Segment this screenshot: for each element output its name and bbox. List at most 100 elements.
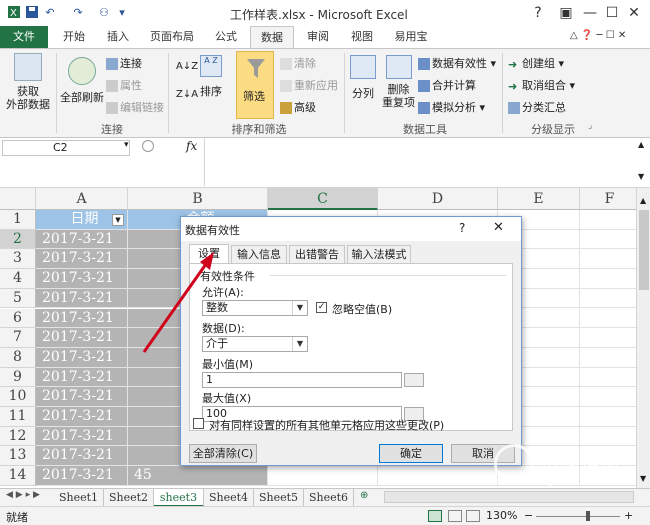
get-external-data-button[interactable]: 获取 外部数据 — [4, 85, 52, 111]
sort-ascending-button[interactable]: A↓Z — [176, 61, 198, 72]
sheet-tab[interactable]: Sheet5 — [254, 489, 304, 507]
tab-formulas[interactable]: 公式 — [204, 26, 248, 48]
cell-f[interactable] — [580, 309, 636, 329]
filter-dropdown-icon[interactable]: ▼ — [112, 214, 124, 226]
scroll-up-icon[interactable]: ▲ — [640, 196, 646, 205]
cell-a[interactable]: 2017-3-21 — [36, 269, 128, 289]
subtotal-button[interactable]: 分类汇总 — [508, 99, 566, 115]
sort-descending-button[interactable]: Z↓A — [176, 89, 198, 100]
cell-f[interactable] — [580, 407, 636, 427]
cell-a[interactable]: 2017-3-21 — [36, 426, 128, 447]
row-header[interactable]: 3 — [0, 249, 36, 270]
column-header[interactable]: B — [128, 188, 268, 210]
sheet-nav-arrows-icon[interactable]: ◀ ▶ ▸ ▶ — [6, 490, 40, 500]
apply-all-checkbox[interactable] — [193, 418, 204, 429]
cell-f[interactable] — [580, 348, 636, 368]
edit-links-button[interactable]: 编辑链接 — [106, 99, 164, 115]
ungroup-button[interactable]: ➜ 取消组合 ▾ — [508, 77, 575, 93]
connections-button[interactable]: 连接 — [106, 55, 142, 71]
range-select-icon[interactable] — [404, 373, 424, 387]
cell-a[interactable]: 2017-3-21 — [36, 347, 128, 368]
undo-icon[interactable]: ↶ — [42, 5, 58, 21]
close-icon[interactable]: ✕ — [612, 0, 650, 26]
new-sheet-icon[interactable]: ⊕ — [360, 490, 368, 501]
sort-button[interactable]: 排序 — [200, 83, 222, 99]
ignore-blank-checkbox[interactable]: ✓ — [316, 302, 327, 313]
cancel-entry-icon[interactable] — [142, 140, 154, 152]
tab-easy-tools[interactable]: 易用宝 — [386, 26, 436, 48]
zoom-slider-thumb[interactable] — [586, 511, 590, 521]
sheet-tab[interactable]: Sheet2 — [104, 489, 154, 507]
zoom-slider[interactable] — [536, 516, 620, 517]
cell-f[interactable] — [580, 368, 636, 388]
sheet-tab[interactable]: sheet3 — [154, 489, 204, 507]
cell-c[interactable] — [268, 466, 378, 486]
cell-f[interactable] — [580, 387, 636, 407]
redo-icon[interactable]: ↷ — [70, 5, 86, 21]
name-box-dropdown-icon[interactable]: ▾ — [124, 140, 129, 150]
scroll-down-icon[interactable]: ▼ — [640, 474, 646, 483]
select-all-corner[interactable] — [0, 188, 36, 210]
row-header[interactable]: 7 — [0, 328, 36, 348]
page-break-view-icon[interactable] — [466, 510, 480, 522]
cell-a[interactable]: 2017-3-21 — [36, 387, 128, 407]
minimum-input[interactable]: 1 — [202, 372, 402, 388]
tab-review[interactable]: 审阅 — [296, 26, 340, 48]
outline-launcher-icon[interactable]: ⌟ — [588, 121, 592, 131]
clear-all-button[interactable]: 全部清除(C) — [189, 444, 257, 463]
clear-filter-button[interactable]: 清除 — [280, 55, 316, 71]
cell-a[interactable]: 2017-3-21 — [36, 229, 128, 250]
scroll-thumb[interactable] — [639, 210, 649, 290]
tab-error-alert[interactable]: 出错警告 — [289, 245, 345, 263]
ok-button[interactable]: 确定 — [379, 444, 443, 463]
row-header[interactable]: 2 — [0, 229, 36, 250]
cell-a[interactable]: 2017-3-21 — [36, 466, 128, 486]
row-header[interactable]: 12 — [0, 426, 36, 447]
zoom-in-icon[interactable]: + — [624, 509, 633, 522]
tab-home[interactable]: 开始 — [52, 26, 96, 48]
column-header[interactable]: E — [498, 188, 580, 210]
dialog-close-icon[interactable]: ✕ — [493, 220, 504, 235]
column-header[interactable]: D — [378, 188, 498, 210]
refresh-all-button[interactable]: 全部刷新 — [60, 89, 104, 105]
cell-f[interactable] — [580, 269, 636, 289]
what-if-analysis-button[interactable]: 模拟分析 ▾ — [418, 99, 485, 115]
column-header[interactable]: F — [580, 188, 636, 210]
group-button[interactable]: ➜ 创建组 ▾ — [508, 55, 564, 71]
tab-view[interactable]: 视图 — [340, 26, 384, 48]
data-validation-button[interactable]: 数据有效性 ▾ — [418, 55, 496, 71]
normal-view-icon[interactable] — [428, 510, 442, 522]
sheet-tab[interactable]: Sheet6 — [304, 489, 354, 507]
cell-b[interactable]: 45 — [128, 466, 268, 486]
row-header[interactable]: 1 — [0, 210, 36, 230]
consolidate-button[interactable]: 合并计算 — [418, 77, 476, 93]
tab-file[interactable]: 文件 — [0, 26, 48, 48]
row-header[interactable]: 9 — [0, 367, 36, 388]
tab-data[interactable]: 数据 — [250, 26, 294, 48]
cell-a[interactable]: 2017-3-21 — [36, 367, 128, 388]
tab-insert[interactable]: 插入 — [96, 26, 140, 48]
tab-input-message[interactable]: 输入信息 — [231, 245, 287, 263]
page-layout-view-icon[interactable] — [448, 510, 462, 522]
remove-duplicates-button[interactable]: 删除 重复项 — [382, 83, 415, 109]
reapply-button[interactable]: 重新应用 — [280, 77, 338, 93]
formula-scroll-up-icon[interactable]: ▲ — [638, 140, 644, 149]
cell-a[interactable]: 2017-3-21 — [36, 407, 128, 427]
properties-button[interactable]: 属性 — [106, 77, 142, 93]
tab-ime-mode[interactable]: 输入法模式 — [347, 245, 411, 263]
cell-f[interactable] — [580, 289, 636, 309]
zoom-out-icon[interactable]: − — [524, 509, 533, 522]
filter-button[interactable]: 筛选 — [236, 51, 274, 119]
ribbon-minimize-icon[interactable]: △ ❓ ─ ☐ ✕ — [570, 30, 626, 41]
dialog-help-button[interactable]: ? — [459, 221, 465, 235]
row-header[interactable]: 11 — [0, 407, 36, 427]
cell-a[interactable]: 2017-3-21 — [36, 446, 128, 467]
cell-f[interactable] — [580, 427, 636, 447]
cell-f[interactable] — [580, 210, 636, 230]
cell-a[interactable]: 2017-3-21 — [36, 249, 128, 270]
row-header[interactable]: 8 — [0, 347, 36, 368]
save-icon[interactable] — [24, 5, 40, 21]
tab-page-layout[interactable]: 页面布局 — [140, 26, 204, 48]
row-header[interactable]: 14 — [0, 466, 36, 486]
formula-input[interactable] — [204, 138, 634, 186]
